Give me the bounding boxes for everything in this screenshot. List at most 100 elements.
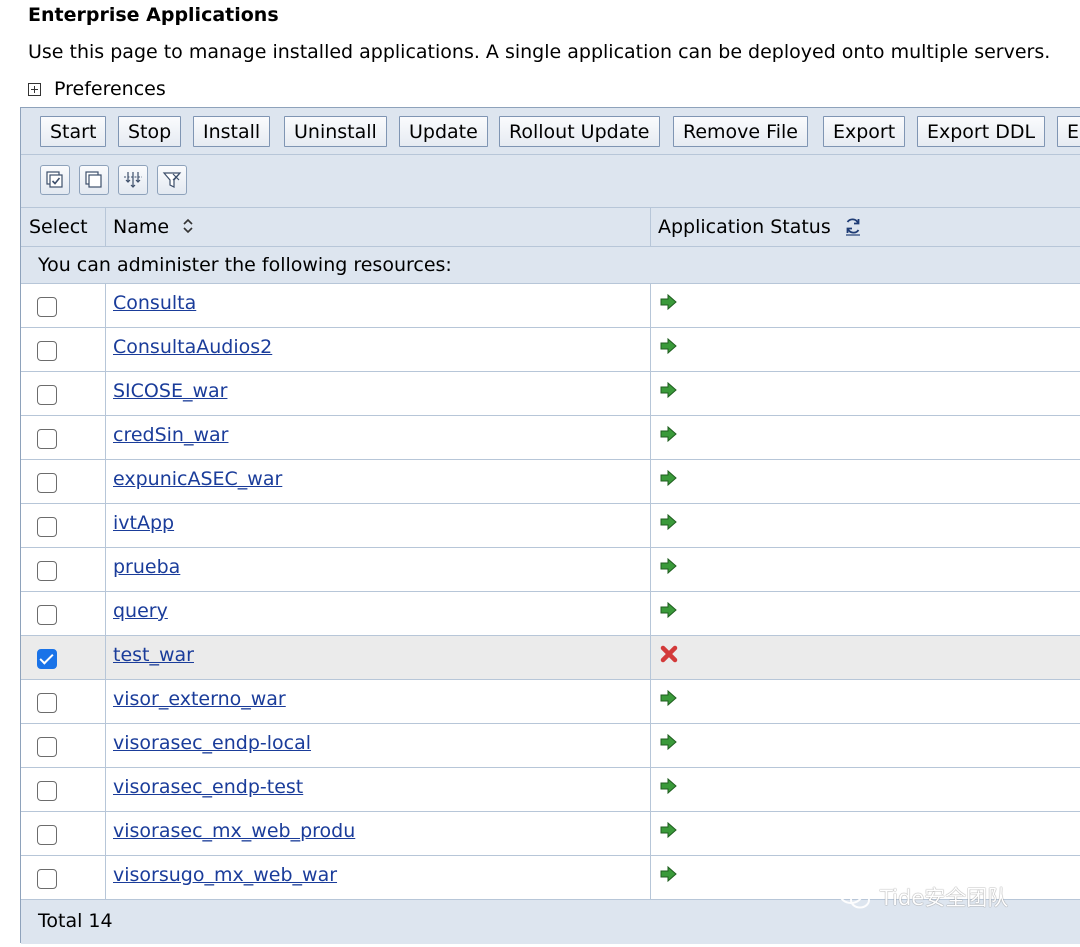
table-row: visorasec_mx_web_produ — [21, 812, 1080, 856]
preferences-toggle[interactable]: Preferences — [28, 78, 166, 100]
row-select-checkbox[interactable] — [37, 429, 57, 449]
cell-divider — [650, 548, 651, 592]
start-button[interactable]: Start — [40, 116, 107, 147]
application-name-link[interactable]: ivtApp — [113, 512, 174, 534]
row-select-checkbox[interactable] — [37, 693, 57, 713]
cell-divider — [105, 548, 106, 592]
applications-panel: Start Stop Install Uninstall Update Roll… — [20, 107, 1080, 944]
application-name-link[interactable]: visorsugo_mx_web_war — [113, 864, 337, 886]
select-column-header: Select — [29, 216, 88, 238]
export-button[interactable]: Export — [823, 116, 906, 147]
header-divider — [105, 208, 106, 246]
application-name-link[interactable]: ConsultaAudios2 — [113, 336, 272, 358]
cell-divider — [650, 416, 651, 460]
row-select-checkbox[interactable] — [37, 561, 57, 581]
table-row: SICOSE_war — [21, 372, 1080, 416]
table-row: query — [21, 592, 1080, 636]
application-name-link[interactable]: expunicASEC_war — [113, 468, 282, 490]
remove-file-button[interactable]: Remove File — [673, 116, 808, 147]
expand-filter-icon[interactable] — [118, 165, 148, 195]
more-actions-button[interactable]: E — [1057, 116, 1080, 147]
cell-divider — [650, 724, 651, 768]
action-button-bar: Start Stop Install Uninstall Update Roll… — [21, 108, 1080, 154]
row-select-checkbox[interactable] — [37, 297, 57, 317]
table-icon-bar — [21, 154, 1080, 207]
table-row: visorasec_endp-local — [21, 724, 1080, 768]
application-name-link[interactable]: Consulta — [113, 292, 196, 314]
cell-divider — [650, 372, 651, 416]
cell-divider — [650, 856, 651, 900]
application-name-link[interactable]: visorasec_endp-local — [113, 732, 311, 754]
application-name-link[interactable]: visorasec_mx_web_produ — [113, 820, 355, 842]
started-arrow-icon — [660, 689, 677, 707]
resources-note: You can administer the following resourc… — [21, 247, 1080, 284]
cell-divider — [105, 416, 106, 460]
status-column-header: Application Status — [658, 208, 863, 246]
cell-divider — [105, 328, 106, 372]
cell-divider — [105, 504, 106, 548]
started-arrow-icon — [660, 337, 677, 355]
application-name-link[interactable]: visor_externo_war — [113, 688, 286, 710]
cell-divider — [650, 328, 651, 372]
cell-divider — [105, 372, 106, 416]
update-button[interactable]: Update — [399, 116, 488, 147]
row-select-checkbox[interactable] — [37, 781, 57, 801]
table-row: ConsultaAudios2 — [21, 328, 1080, 372]
row-select-checkbox[interactable] — [37, 341, 57, 361]
uninstall-button[interactable]: Uninstall — [284, 116, 387, 147]
install-button[interactable]: Install — [193, 116, 271, 147]
row-select-checkbox[interactable] — [37, 517, 57, 537]
stopped-x-icon — [660, 645, 678, 663]
header-divider — [650, 208, 651, 246]
cell-divider — [105, 812, 106, 856]
started-arrow-icon — [660, 777, 677, 795]
application-name-link[interactable]: credSin_war — [113, 424, 228, 446]
table-row: visor_externo_war — [21, 680, 1080, 724]
page-description: Use this page to manage installed applic… — [28, 41, 1051, 63]
application-name-link[interactable]: visorasec_endp-test — [113, 776, 303, 798]
watermark: Tide安全团队 — [838, 882, 1008, 912]
cell-divider — [105, 768, 106, 812]
table-row: Consulta — [21, 284, 1080, 328]
wechat-logo-icon — [839, 884, 870, 909]
application-name-link[interactable]: SICOSE_war — [113, 380, 227, 402]
deselect-all-icon[interactable] — [79, 165, 109, 195]
cell-divider — [105, 636, 106, 680]
cell-divider — [105, 460, 106, 504]
cell-divider — [105, 284, 106, 328]
name-header-label: Name — [113, 216, 170, 238]
application-name-link[interactable]: test_war — [113, 644, 194, 666]
row-select-checkbox[interactable] — [37, 473, 57, 493]
cell-divider — [650, 812, 651, 856]
application-name-link[interactable]: query — [113, 600, 168, 622]
row-select-checkbox[interactable] — [37, 605, 57, 625]
started-arrow-icon — [660, 821, 677, 839]
table-row: visorasec_endp-test — [21, 768, 1080, 812]
row-select-checkbox[interactable] — [37, 825, 57, 845]
select-all-icon[interactable] — [40, 165, 70, 195]
started-arrow-icon — [660, 733, 677, 751]
row-select-checkbox[interactable] — [37, 869, 57, 889]
row-select-checkbox[interactable] — [37, 385, 57, 405]
stop-button[interactable]: Stop — [118, 116, 182, 147]
watermark-text: Tide安全团队 — [880, 886, 1009, 910]
refresh-icon[interactable] — [843, 216, 863, 236]
started-arrow-icon — [660, 293, 677, 311]
started-arrow-icon — [660, 513, 677, 531]
clear-filter-icon[interactable] — [157, 165, 187, 195]
started-arrow-icon — [660, 865, 677, 883]
row-select-checkbox[interactable] — [37, 649, 57, 669]
enterprise-applications-page: Enterprise Applications Use this page to… — [0, 0, 1080, 947]
cell-divider — [650, 768, 651, 812]
sort-icon[interactable] — [181, 216, 195, 236]
row-select-checkbox[interactable] — [37, 737, 57, 757]
application-name-link[interactable]: prueba — [113, 556, 180, 578]
rollout-update-button[interactable]: Rollout Update — [499, 116, 660, 147]
export-ddl-button[interactable]: Export DDL — [917, 116, 1046, 147]
table-header: Select Name Application Status — [21, 207, 1080, 247]
cell-divider — [105, 724, 106, 768]
table-row: test_war — [21, 636, 1080, 680]
started-arrow-icon — [660, 557, 677, 575]
name-column-header[interactable]: Name — [113, 208, 195, 246]
expand-plus-icon[interactable] — [28, 82, 41, 96]
